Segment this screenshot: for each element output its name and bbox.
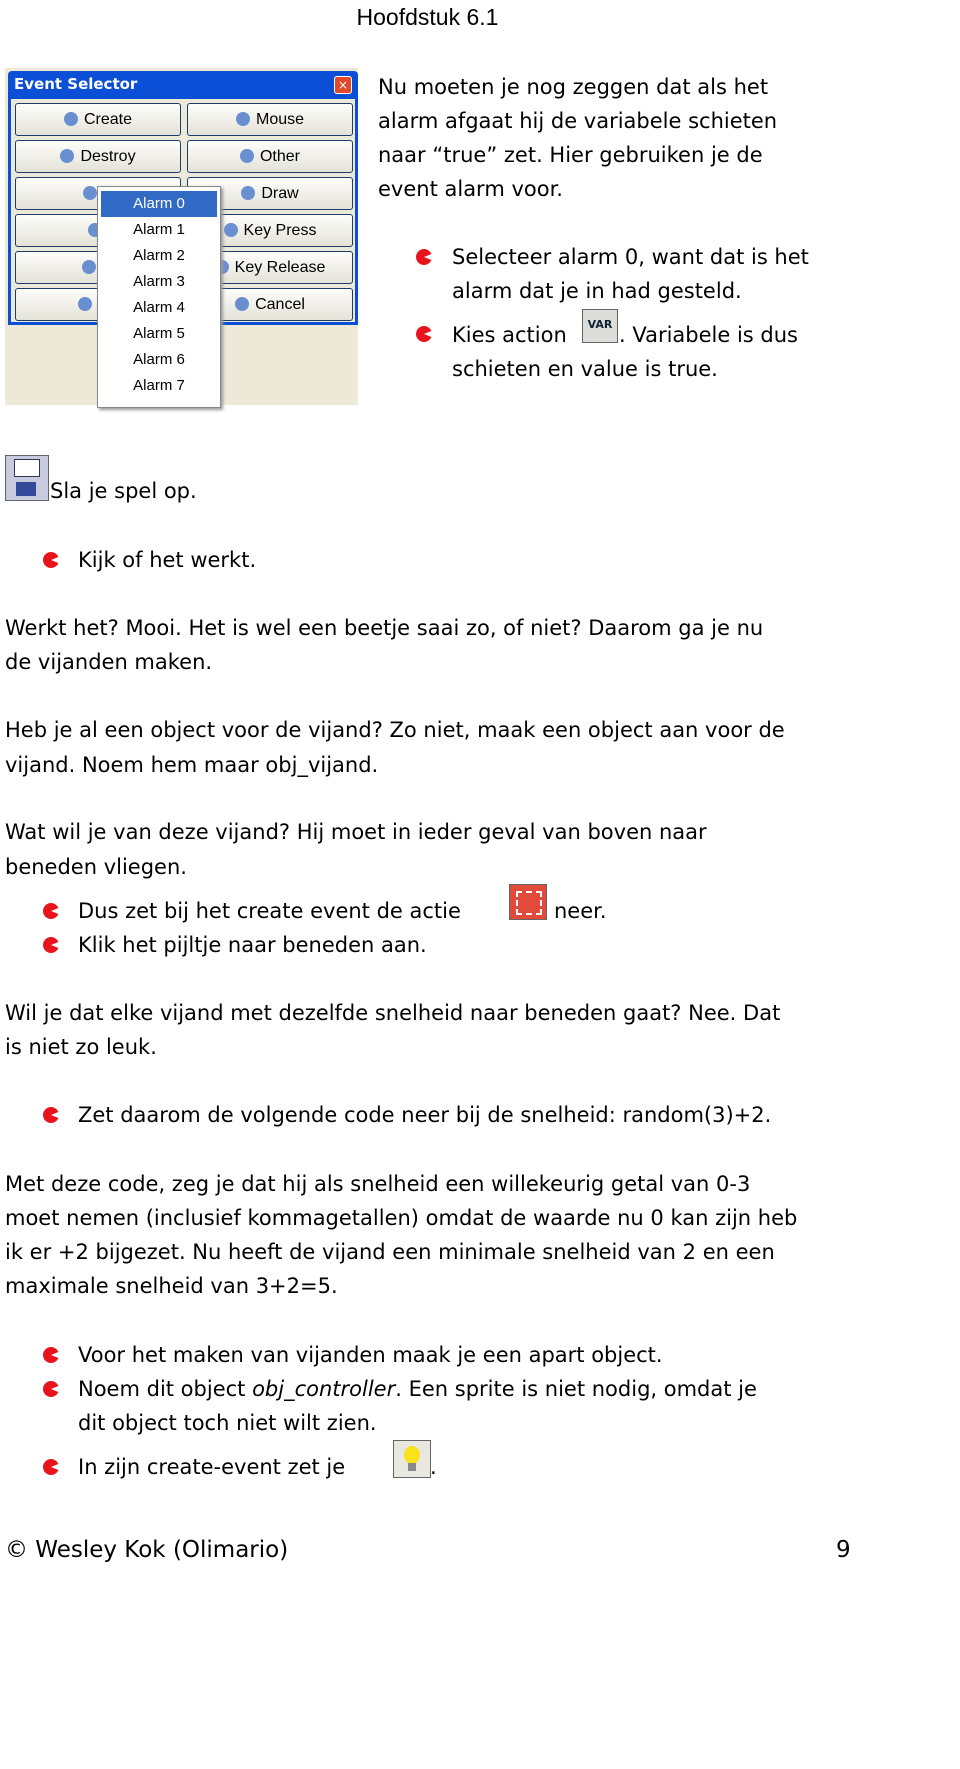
- intro-line: event alarm voor.: [378, 177, 563, 201]
- paragraph-line: ik er +2 bijgezet. Nu heeft de vijand ee…: [5, 1240, 775, 1264]
- bullet-text: neer.: [554, 899, 607, 923]
- collision-arrows-icon: [82, 260, 97, 274]
- bullet-text: Kijk of het werkt.: [78, 548, 257, 572]
- page-header: Hoofdstuk 6.1: [356, 4, 499, 30]
- menu-item-alarm-7[interactable]: Alarm 7: [98, 373, 220, 399]
- lightbulb-icon: [63, 112, 78, 126]
- save-text: Sla je spel op.: [50, 479, 197, 503]
- green-diamond-icon: [239, 149, 254, 163]
- bullet-icon: [43, 1347, 59, 1363]
- close-icon[interactable]: ×: [334, 76, 352, 94]
- button-label: Destroy: [80, 148, 136, 165]
- button-label: Key Press: [243, 222, 317, 239]
- menu-item-alarm-3[interactable]: Alarm 3: [98, 269, 220, 295]
- bullet-text: Noem dit object obj_controller. Een spri…: [78, 1372, 757, 1406]
- alarm-menu: Alarm 0 Alarm 1 Alarm 2 Alarm 3 Alarm 4 Alarm…: [97, 186, 221, 408]
- page-number: 9: [836, 1537, 851, 1563]
- menu-item-alarm-0[interactable]: Alarm 0: [101, 191, 217, 217]
- bullet-text: In zijn create-event zet je: [78, 1455, 346, 1479]
- event-button-destroy[interactable]: Destroy: [15, 140, 181, 173]
- intro-line: Nu moeten je nog zeggen dat als het: [378, 75, 769, 99]
- button-label: Cancel: [255, 296, 305, 313]
- red-x-icon: [235, 297, 250, 311]
- bullet-text: alarm dat je in had gesteld.: [452, 279, 742, 303]
- bullet-icon: [416, 249, 432, 265]
- window-title: Event Selector: [14, 75, 138, 93]
- menu-item-alarm-4[interactable]: Alarm 4: [98, 295, 220, 321]
- button-label: Create: [83, 111, 133, 128]
- paragraph-line: maximale snelheid van 3+2=5.: [5, 1274, 338, 1298]
- keyboard-down-icon: [223, 223, 238, 237]
- menu-item-alarm-6[interactable]: Alarm 6: [98, 347, 220, 373]
- footer-copyright: © Wesley Kok (Olimario): [5, 1537, 289, 1563]
- move-direction-icon: [509, 884, 547, 920]
- paragraph-line: moet nemen (inclusief kommagetallen) omd…: [5, 1206, 798, 1230]
- draw-shapes-icon: [241, 186, 256, 200]
- clock-icon: [82, 186, 97, 200]
- floppy-save-icon: [5, 455, 49, 501]
- bullet-text: Selecteer alarm 0, want dat is het: [452, 245, 809, 269]
- button-label: Key Release: [234, 259, 326, 276]
- bullet-icon: [43, 937, 59, 953]
- recycle-bin-icon: [60, 149, 75, 163]
- bullet-icon: [43, 552, 59, 568]
- paragraph-line: vijand. Noem hem maar obj_vijand.: [5, 753, 379, 777]
- paragraph-line: Met deze code, zeg je dat hij als snelhe…: [5, 1172, 751, 1196]
- paragraph-line: is niet zo leuk.: [5, 1035, 157, 1059]
- bullet-text: . Variabele is dus: [619, 323, 799, 347]
- button-label: Other: [259, 148, 300, 165]
- event-button-other[interactable]: Other: [187, 140, 353, 173]
- bullet-icon: [43, 903, 59, 919]
- paragraph-line: Wil je dat elke vijand met dezelfde snel…: [5, 1001, 781, 1025]
- event-button-create[interactable]: Create: [15, 103, 181, 136]
- text: . Een sprite is niet nodig, omdat je: [395, 1377, 757, 1401]
- bullet-text: schieten en value is true.: [452, 357, 718, 381]
- paragraph-line: de vijanden maken.: [5, 650, 213, 674]
- paragraph-line: Werkt het? Mooi. Het is wel een beetje s…: [5, 616, 764, 640]
- menu-item-alarm-5[interactable]: Alarm 5: [98, 321, 220, 347]
- paragraph-line: beneden vliegen.: [5, 855, 187, 879]
- button-label: Draw: [261, 185, 299, 202]
- bullet-text: Voor het maken van vijanden maak je een …: [78, 1343, 663, 1367]
- bullet-text: dit object toch niet wilt zien.: [78, 1411, 377, 1435]
- bullet-text: Klik het pijltje naar beneden aan.: [78, 933, 427, 957]
- var-action-icon: VAR: [582, 309, 618, 343]
- bullet-icon: [43, 1107, 59, 1123]
- bullet-icon: [43, 1459, 59, 1475]
- keyboard-icon: [78, 297, 93, 311]
- bullet-text: Kies action: [452, 323, 567, 347]
- mouse-icon: [235, 112, 250, 126]
- bullet-icon: [43, 1381, 59, 1397]
- menu-item-alarm-2[interactable]: Alarm 2: [98, 243, 220, 269]
- bullet-icon: [416, 326, 432, 342]
- paragraph-line: Heb je al een object voor de vijand? Zo …: [5, 718, 785, 742]
- bullet-text: .: [430, 1455, 437, 1479]
- event-button-mouse[interactable]: Mouse: [187, 103, 353, 136]
- lightbulb-icon: [393, 1440, 431, 1478]
- bullet-text: Dus zet bij het create event de actie: [78, 899, 461, 923]
- bullet-text: Zet daarom de volgende code neer bij de …: [78, 1103, 772, 1127]
- event-selector-screenshot: Event Selector × Create Mouse Destroy Other…: [5, 68, 358, 408]
- intro-line: alarm afgaat hij de variabele schieten: [378, 109, 778, 133]
- object-name: obj_controller: [252, 1377, 396, 1401]
- menu-item-alarm-1[interactable]: Alarm 1: [98, 217, 220, 243]
- paragraph-line: Wat wil je van deze vijand? Hij moet in …: [5, 820, 707, 844]
- button-label: Mouse: [255, 111, 305, 128]
- intro-line: naar “true” zet. Hier gebruiken je de: [378, 143, 763, 167]
- text: Noem dit object: [78, 1377, 253, 1401]
